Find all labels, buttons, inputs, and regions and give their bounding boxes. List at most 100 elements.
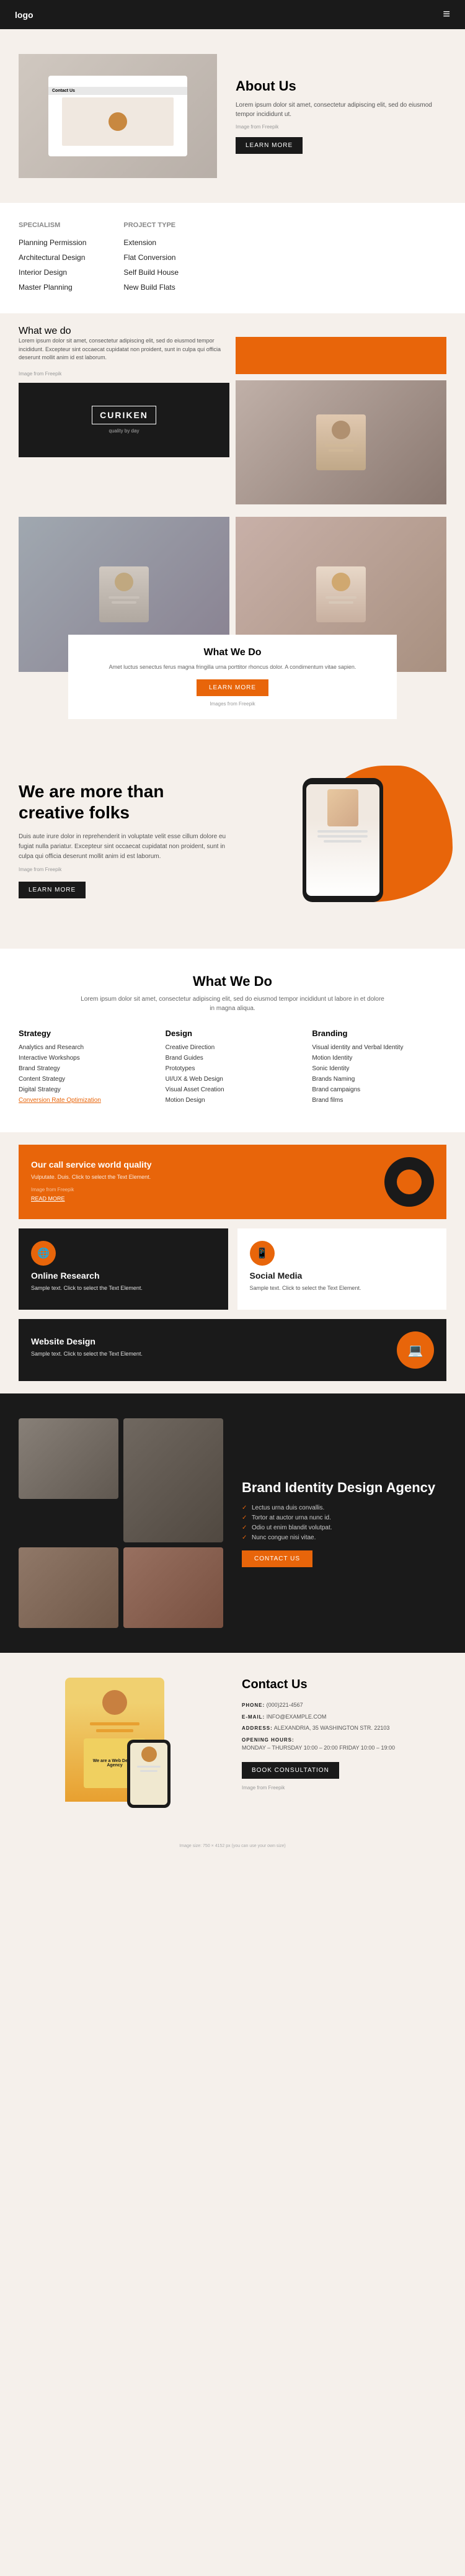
about-learn-more-button[interactable]: LEARN MORE [236, 137, 303, 154]
contact-phone-screen [130, 1743, 167, 1805]
branding-item-6[interactable]: Brand films [312, 1097, 446, 1104]
website-design-card: Website Design Sample text. Click to sel… [19, 1319, 446, 1381]
branding-item-1[interactable]: Visual identity and Verbal Identity [312, 1044, 446, 1051]
world-quality-card: Our call service world quality Vulputate… [19, 1145, 446, 1219]
what-we-do-overlay-section: What We Do Amet luctus senectus ferus ma… [0, 517, 465, 731]
person-head [102, 1690, 127, 1715]
brand-content: Brand Identity Design Agency Lectus urna… [242, 1479, 446, 1567]
creative-learn-more-button[interactable]: LEARN MORE [19, 882, 86, 898]
branding-item-4[interactable]: Brands Naming [312, 1076, 446, 1083]
wwd-learn-more-button[interactable]: LEARN MORE [197, 679, 268, 696]
contact-us-button[interactable]: CONTACT US [242, 1550, 312, 1567]
wwd-columns: Strategy Analytics and Research Interact… [19, 1029, 446, 1107]
design-item-1[interactable]: Creative Direction [166, 1044, 300, 1051]
social-media-icon: 📱 [250, 1241, 275, 1266]
social-media-card: 📱 Social Media Sample text. Click to sel… [237, 1228, 447, 1310]
phone-text-line-3 [324, 840, 361, 843]
about-image: Contact Us [19, 54, 217, 178]
about-text: Lorem ipsum dolor sit amet, consectetur … [236, 101, 446, 119]
design-item-6[interactable]: Motion Design [166, 1097, 300, 1104]
website-design-icon: 💻 [397, 1331, 434, 1369]
navbar: logo ≡ [0, 0, 465, 29]
contact-address-row: ADDRESS: ALEXANDRIA, 35 WASHINGTON STR. … [242, 1724, 446, 1733]
footer-note: Image size: 750 × 4152 px (you can use y… [0, 1839, 465, 1853]
creative-text: We are more than creative folks Duis aut… [19, 781, 226, 898]
strategy-heading: Strategy [19, 1029, 153, 1038]
contact-hours-row: OPENING HOURS: MONDAY – THURSDAY 10:00 –… [242, 1736, 446, 1753]
project-items: Extension Flat Conversion Self Build Hou… [123, 235, 179, 295]
wwd-right-col [236, 337, 446, 504]
phone-screen-inner [306, 784, 379, 896]
strategy-item-6[interactable]: Conversion Rate Optimization [19, 1097, 153, 1104]
hours-value: MONDAY – THURSDAY 10:00 – 20:00 FRIDAY 1… [242, 1745, 395, 1751]
design-item-5[interactable]: Visual Asset Creation [166, 1086, 300, 1093]
services-grid: Our call service world quality Vulputate… [19, 1145, 446, 1382]
laptop-screen-header: Contact Us [48, 87, 187, 95]
proj-item-3: Self Build House [123, 268, 179, 277]
design-item-4[interactable]: UI/UX & Web Design [166, 1076, 300, 1083]
website-design-text: Sample text. Click to select the Text El… [31, 1350, 388, 1359]
contact-info: PHONE: (000)221-4567 E-MAIL: INFO@EXAMPL… [242, 1701, 446, 1753]
proj-item-4: New Build Flats [123, 283, 175, 292]
footer-text: Image size: 750 × 4152 px (you can use y… [179, 1844, 285, 1848]
social-media-title: Social Media [250, 1271, 435, 1281]
brand-img-3 [19, 1547, 118, 1628]
strategy-item-5[interactable]: Digital Strategy [19, 1086, 153, 1093]
world-quality-icon [384, 1157, 434, 1207]
wwd-center-card: What We Do Amet luctus senectus ferus ma… [68, 635, 397, 719]
contact-phone-row: PHONE: (000)221-4567 [242, 1701, 446, 1710]
creative-folks-section: We are more than creative folks Duis aut… [0, 731, 465, 949]
wwd-center-text: Amet luctus senectus ferus magna fringil… [84, 663, 381, 672]
contact-content: Contact Us PHONE: (000)221-4567 E-MAIL: … [242, 1678, 446, 1791]
creative-title: We are more than creative folks [19, 781, 226, 823]
globe-icon: 🌐 [37, 1247, 50, 1259]
laptop-graphic: Contact Us [19, 54, 217, 178]
email-label: E-MAIL: [242, 1714, 265, 1720]
design-item-2[interactable]: Brand Guides [166, 1055, 300, 1062]
strategy-item-2[interactable]: Interactive Workshops [19, 1055, 153, 1062]
contact-section: We are a Web Design Agency Contact Us PH… [0, 1653, 465, 1839]
strategy-item-1[interactable]: Analytics and Research [19, 1044, 153, 1051]
branding-item-5[interactable]: Brand campaigns [312, 1086, 446, 1093]
world-quality-read-more[interactable]: READ MORE [31, 1196, 65, 1202]
brand-list-item-4: Nunc congue nisi vitae. [242, 1534, 446, 1541]
strategy-item-3[interactable]: Brand Strategy [19, 1065, 153, 1072]
share-icon: 📱 [256, 1247, 268, 1259]
online-research-text: Sample text. Click to select the Text El… [31, 1284, 216, 1293]
orange-accent-block [236, 337, 446, 374]
branding-item-3[interactable]: Sonic Identity [312, 1065, 446, 1072]
website-design-title: Website Design [31, 1336, 388, 1346]
specialism-section: Specialism Planning Permission Architect… [0, 203, 465, 313]
wwd-card-tagline: quality by day [109, 428, 140, 434]
book-consultation-button[interactable]: BOOK CONSULTATION [242, 1762, 339, 1779]
branding-column: Branding Visual identity and Verbal Iden… [312, 1029, 446, 1107]
world-quality-title: Our call service world quality [31, 1160, 375, 1169]
phone-value: (000)221-4567 [267, 1702, 303, 1708]
brand-img-4 [123, 1547, 223, 1628]
laptop-screen: Contact Us [48, 76, 187, 156]
hamburger-menu-icon[interactable]: ≡ [443, 7, 450, 22]
specialism-col: Specialism Planning Permission Architect… [19, 221, 86, 295]
strategy-list: Analytics and Research Interactive Works… [19, 1044, 153, 1104]
nav-logo: logo [15, 10, 33, 20]
design-item-3[interactable]: Prototypes [166, 1065, 300, 1072]
creative-credit: Image from Freepik [19, 867, 226, 872]
creative-body: Duis aute irure dolor in reprehenderit i… [19, 832, 226, 862]
address-value: ALEXANDRIA, 35 WASHINGTON STR. 22103 [274, 1725, 390, 1731]
computer-icon: 💻 [408, 1343, 423, 1358]
wwd-col-section-title: What We Do [19, 973, 446, 990]
email-value: INFO@EXAMPLE.COM [267, 1714, 327, 1720]
about-content: About Us Lorem ipsum dolor sit amet, con… [236, 78, 446, 154]
phone-screen [306, 784, 379, 896]
branding-item-2[interactable]: Motion Identity [312, 1055, 446, 1062]
online-research-title: Online Research [31, 1271, 216, 1281]
website-design-content: Website Design Sample text. Click to sel… [31, 1336, 388, 1364]
phone-graphic [303, 778, 383, 902]
about-title: About Us [236, 78, 446, 94]
strategy-column: Strategy Analytics and Research Interact… [19, 1029, 153, 1107]
social-media-text: Sample text. Click to select the Text El… [250, 1284, 435, 1293]
what-we-do-grid: Lorem ipsum dolor sit amet, consectetur … [19, 337, 446, 504]
strategy-item-4[interactable]: Content Strategy [19, 1076, 153, 1083]
what-we-do-images-section: What we do Lorem ipsum dolor sit amet, c… [0, 313, 465, 517]
hours-label: OPENING HOURS: [242, 1737, 294, 1743]
